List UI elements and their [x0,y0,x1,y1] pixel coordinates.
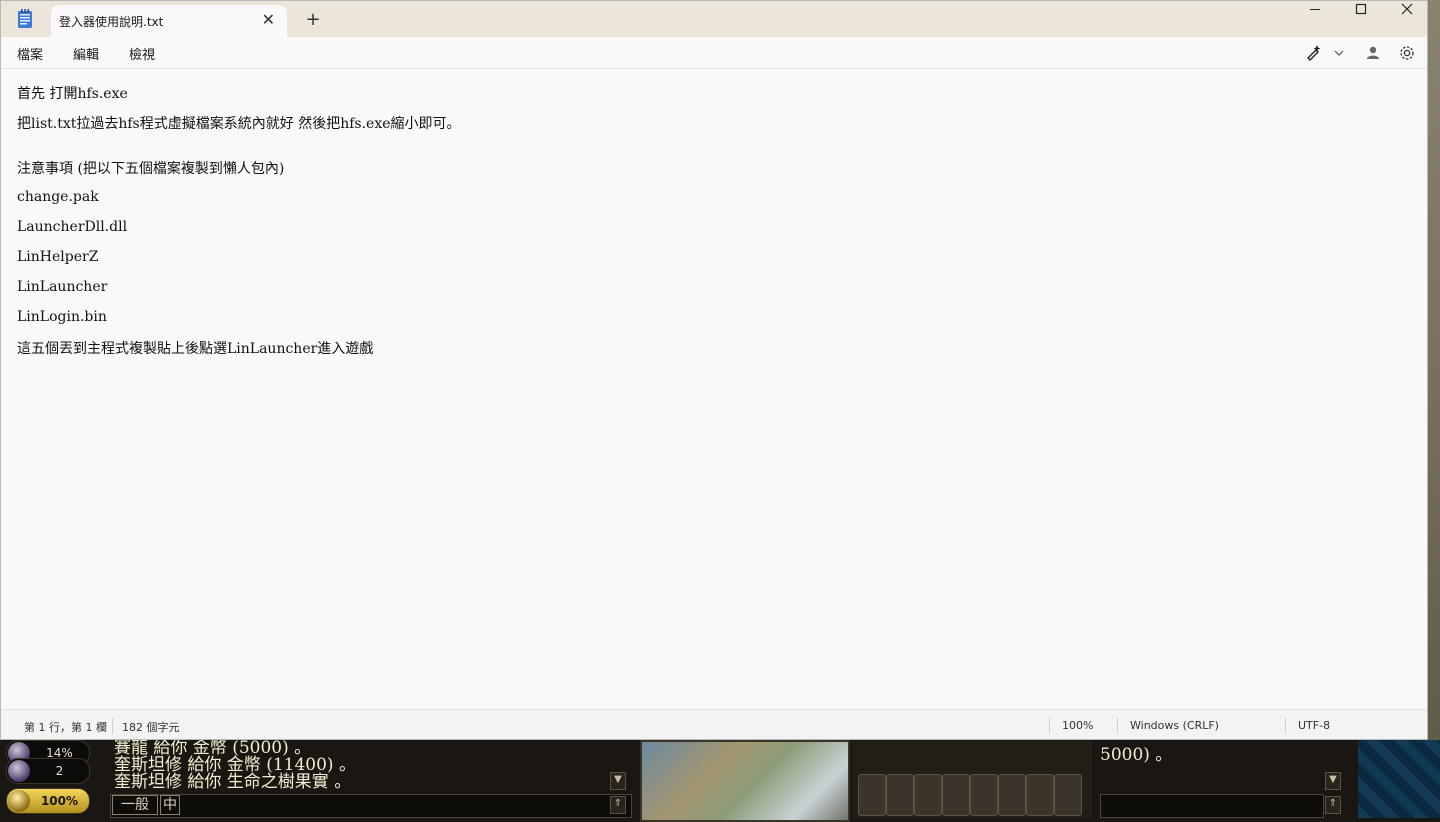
notepad-window: 登入器使用說明.txt ✕ + 檔案 編輯 檢視 首先 打開hfs.exe 把l… [0,0,1428,740]
cursor-position[interactable]: 第 1 行，第 1 欄 [24,719,107,735]
level-stat: 2 [6,758,90,784]
chat-scroll-down-button[interactable]: ▼ [610,772,626,790]
gear-icon[interactable] [1397,43,1417,63]
tab-document[interactable]: 登入器使用說明.txt ✕ [51,5,287,37]
chat2-scroll-down-button[interactable]: ▼ [1325,772,1341,790]
status-divider [1117,718,1118,734]
exp-stat: 100% [6,788,90,814]
editor-line[interactable]: LinHelperZ [17,249,98,265]
editor-line[interactable]: 首先 打開hfs.exe [17,83,128,103]
exp-value: 100% [40,794,79,808]
account-icon[interactable] [1363,43,1383,63]
skill-slot[interactable] [914,774,942,816]
game-chat-input-secondary[interactable] [1100,794,1324,818]
skill-slot[interactable] [858,774,886,816]
line-ending[interactable]: Windows (CRLF) [1130,719,1219,732]
skill-slot[interactable] [942,774,970,816]
close-button[interactable] [1384,1,1427,19]
level-value: 2 [55,764,64,778]
tab-close-icon[interactable]: ✕ [262,10,275,29]
tab-title: 登入器使用說明.txt [59,15,164,29]
game-world-map[interactable] [1358,740,1440,818]
chat2-expand-button[interactable]: ⇑ [1325,796,1341,814]
status-bar: 第 1 行，第 1 欄 182 個字元 100% Windows (CRLF) … [1,709,1427,739]
maximize-button[interactable] [1338,1,1384,19]
game-chat-log-secondary: 5000) 。 [1100,740,1325,790]
editor-line[interactable]: LinLauncher [17,279,107,295]
editor-line[interactable]: 把list.txt拉過去hfs程式虛擬檔案系統內就好 然後把hfs.exe縮小即… [17,113,461,133]
editor-line[interactable]: LauncherDll.dll [17,219,127,235]
chat-expand-button[interactable]: ⇑ [610,796,626,814]
copilot-icon[interactable] [1304,43,1324,63]
skill-slot[interactable] [886,774,914,816]
skill-slot[interactable] [1054,774,1082,816]
chat-language-button[interactable]: 中 [160,795,180,815]
minimize-icon [1310,9,1320,10]
menu-file[interactable]: 檔案 [17,44,43,63]
editor-line[interactable]: 注意事項 (把以下五個檔案複製到懶人包內) [17,158,284,178]
menu-edit[interactable]: 編輯 [73,44,99,63]
status-divider [1285,718,1286,734]
chevron-down-icon[interactable] [1329,43,1349,63]
editor-line[interactable]: 這五個丟到主程式複製貼上後點選LinLauncher進入遊戲 [17,338,373,358]
level-orb-icon [8,760,30,782]
notepad-app-icon [18,9,32,28]
close-icon [1401,3,1413,15]
game-minimap[interactable] [640,740,850,822]
encoding[interactable]: UTF-8 [1298,719,1330,732]
game-skill-bar [852,740,1092,818]
menu-view[interactable]: 檢視 [129,44,155,63]
chat-line: 奎斯坦修 給你 生命之樹果實 。 [114,772,352,792]
minimize-button[interactable] [1292,1,1338,19]
chat-line: 5000) 。 [1100,745,1173,765]
menu-bar: 檔案 編輯 檢視 [1,37,1427,69]
text-editor[interactable]: 首先 打開hfs.exe 把list.txt拉過去hfs程式虛擬檔案系統內就好 … [1,69,1427,709]
skill-slot[interactable] [970,774,998,816]
exp-orb-icon [8,790,30,812]
editor-line[interactable]: change.pak [17,189,99,205]
new-tab-button[interactable]: + [303,9,323,30]
status-divider [112,718,113,734]
title-bar: 登入器使用說明.txt ✕ + [1,1,1427,37]
character-count: 182 個字元 [122,721,180,734]
chat-mode-button[interactable]: 一般 [112,795,158,815]
editor-line[interactable]: LinLogin.bin [17,309,107,325]
game-chat-input[interactable] [110,794,632,818]
skill-slot[interactable] [1026,774,1054,816]
zoom-level[interactable]: 100% [1062,719,1093,732]
status-divider [1049,718,1050,734]
game-chat-log: 賽龍 給你 金幣 (5000) 。 奎斯坦修 給你 金幣 (11400) 。 奎… [108,740,626,792]
skill-slot[interactable] [998,774,1026,816]
maximize-icon [1355,3,1367,15]
